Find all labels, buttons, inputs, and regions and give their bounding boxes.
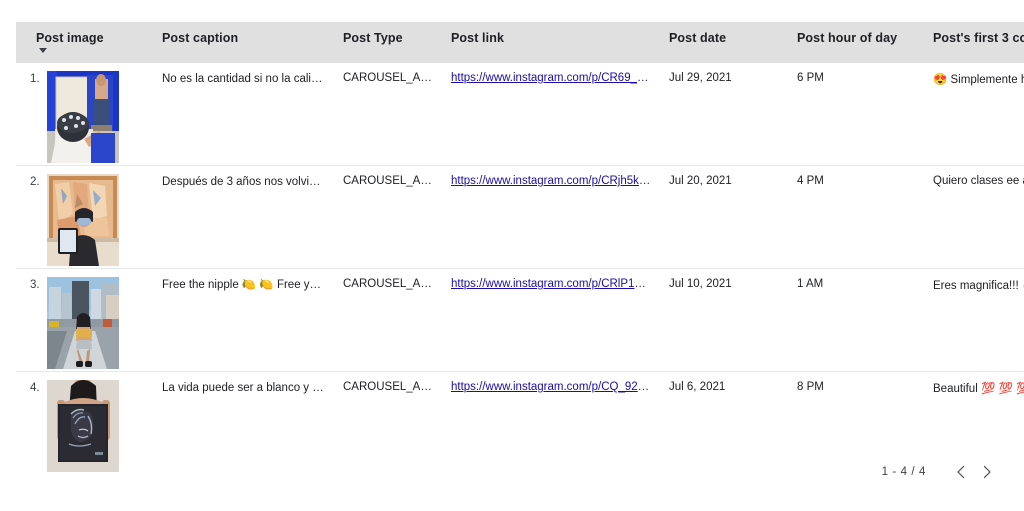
post-type-text: CAROUSEL_AL… (343, 381, 435, 393)
post-link[interactable]: https://www.instagram.com/p/CRlP1N… (451, 278, 653, 290)
column-header-post-link-label: Post link (451, 31, 504, 45)
column-header-post-first-3-comments[interactable]: Post's first 3 comments (925, 22, 1024, 63)
cell-post-type: CAROUSEL_AL… (335, 63, 443, 166)
cell-post-image: 1. (16, 63, 154, 166)
cell-post-date: Jul 20, 2021 (661, 165, 789, 269)
post-comments-text: Eres magnifica!!! 🔥 GRANDE, F… (933, 280, 1024, 292)
cell-post-type: CAROUSEL_AL… (335, 165, 443, 269)
table-header-row: Post image Post caption Post Type Post l… (16, 22, 1024, 63)
row-number: 4. (30, 382, 40, 394)
row-number: 3. (30, 279, 40, 291)
post-comments-text: Beautiful 💯 💯 💯 :|||:Que buen… (933, 383, 1024, 395)
post-type-text: CAROUSEL_AL… (343, 72, 435, 84)
table-body: 1. No es la cantidad si no la calida… CA… (16, 63, 1024, 474)
column-header-post-hour-of-day[interactable]: Post hour of day (789, 22, 925, 63)
post-hour-text: 8 PM (797, 381, 824, 393)
post-caption-text: No es la cantidad si no la calida… (162, 73, 327, 85)
post-image-cell-inner: 4. (30, 380, 146, 472)
posts-table: Post image Post caption Post Type Post l… (16, 22, 1024, 474)
column-header-post-type-label: Post Type (343, 31, 403, 45)
cell-post-hour: 6 PM (789, 63, 925, 166)
cell-post-hour: 4 PM (789, 165, 925, 269)
post-date-text: Jul 29, 2021 (669, 72, 732, 84)
cell-post-caption: Después de 3 años nos volvimo… (154, 165, 335, 269)
cell-post-image: 4. (16, 371, 154, 474)
column-header-post-hour-label: Post hour of day (797, 31, 898, 45)
cell-post-hour: 1 AM (789, 268, 925, 372)
column-header-post-date[interactable]: Post date (661, 22, 789, 63)
post-date-text: Jul 10, 2021 (669, 278, 732, 290)
post-image-cell-inner: 3. (30, 277, 146, 369)
post-image-cell-inner: 2. (30, 174, 146, 266)
column-header-post-date-label: Post date (669, 31, 727, 45)
post-date-text: Jul 20, 2021 (669, 175, 732, 187)
pagination-controls: 1 - 4 / 4 (882, 459, 1000, 485)
table-row[interactable]: 3. Free the nipple 🍋 🍋 Free your … CAROU… (16, 268, 1024, 372)
column-header-post-link[interactable]: Post link (443, 22, 661, 63)
column-header-post-caption-label: Post caption (162, 31, 239, 45)
cell-post-caption: Free the nipple 🍋 🍋 Free your … (154, 268, 335, 372)
row-number: 1. (30, 73, 40, 85)
chevron-left-icon[interactable] (948, 459, 974, 485)
pagination-range-label: 1 - 4 / 4 (881, 466, 926, 478)
cell-post-caption: No es la cantidad si no la calida… (154, 63, 335, 166)
post-link[interactable]: https://www.instagram.com/p/CRjh5ke… (451, 175, 653, 187)
cell-post-date: Jul 10, 2021 (661, 268, 789, 372)
cell-post-date: Jul 29, 2021 (661, 63, 789, 166)
post-thumbnail-4[interactable] (47, 380, 119, 472)
cell-post-type: CAROUSEL_AL… (335, 371, 443, 474)
post-caption-text: Después de 3 años nos volvimo… (162, 176, 327, 188)
post-image-cell-inner: 1. (30, 71, 146, 163)
cell-post-image: 3. (16, 268, 154, 372)
post-hour-text: 4 PM (797, 175, 824, 187)
cell-post-date: Jul 6, 2021 (661, 371, 789, 474)
table-row[interactable]: 2. Después de 3 años nos volvimo… CAROUS… (16, 165, 1024, 269)
cell-post-comments: Eres magnifica!!! 🔥 GRANDE, F… (925, 268, 1024, 372)
table-header: Post image Post caption Post Type Post l… (16, 22, 1024, 63)
report-page: Post image Post caption Post Type Post l… (0, 0, 1024, 511)
table-row[interactable]: 4. La vida puede ser a blanco y ne… CARO… (16, 371, 1024, 474)
sort-descending-icon[interactable] (39, 48, 47, 53)
post-thumbnail-2[interactable] (47, 174, 119, 266)
cell-post-link: https://www.instagram.com/p/CRlP1N… (443, 268, 661, 372)
cell-post-caption: La vida puede ser a blanco y ne… (154, 371, 335, 474)
cell-post-comments: Quiero clases ee arte, pintura c… (925, 165, 1024, 269)
post-link[interactable]: https://www.instagram.com/p/CQ_92d… (451, 381, 653, 393)
post-link[interactable]: https://www.instagram.com/p/CR69_P… (451, 72, 653, 84)
post-comments-text: 😍 Simplemente hermoso, eres … (933, 74, 1024, 86)
column-header-post-image-label: Post image (36, 31, 104, 45)
post-type-text: CAROUSEL_AL… (343, 175, 435, 187)
column-header-post-image[interactable]: Post image (16, 22, 154, 63)
cell-post-image: 2. (16, 165, 154, 269)
table-row[interactable]: 1. No es la cantidad si no la calida… CA… (16, 63, 1024, 166)
cell-post-type: CAROUSEL_AL… (335, 268, 443, 372)
chevron-right-icon[interactable] (974, 459, 1000, 485)
cell-post-comments: 😍 Simplemente hermoso, eres … (925, 63, 1024, 166)
post-caption-text: La vida puede ser a blanco y ne… (162, 382, 327, 394)
cell-post-link: https://www.instagram.com/p/CR69_P… (443, 63, 661, 166)
post-date-text: Jul 6, 2021 (669, 381, 726, 393)
column-header-post-caption[interactable]: Post caption (154, 22, 335, 63)
column-header-post-comments-label: Post's first 3 comments (933, 31, 1024, 45)
post-type-text: CAROUSEL_AL… (343, 278, 435, 290)
posts-table-container: Post image Post caption Post Type Post l… (16, 22, 1024, 474)
cell-post-link: https://www.instagram.com/p/CRjh5ke… (443, 165, 661, 269)
post-thumbnail-1[interactable] (47, 71, 119, 163)
post-thumbnail-3[interactable] (47, 277, 119, 369)
column-header-post-type[interactable]: Post Type (335, 22, 443, 63)
post-hour-text: 1 AM (797, 278, 824, 290)
post-hour-text: 6 PM (797, 72, 824, 84)
column-header-post-image-inner: Post image (36, 32, 104, 53)
cell-post-link: https://www.instagram.com/p/CQ_92d… (443, 371, 661, 474)
row-number: 2. (30, 176, 40, 188)
post-comments-text: Quiero clases ee arte, pintura c… (933, 175, 1024, 187)
post-caption-text: Free the nipple 🍋 🍋 Free your … (162, 279, 327, 291)
